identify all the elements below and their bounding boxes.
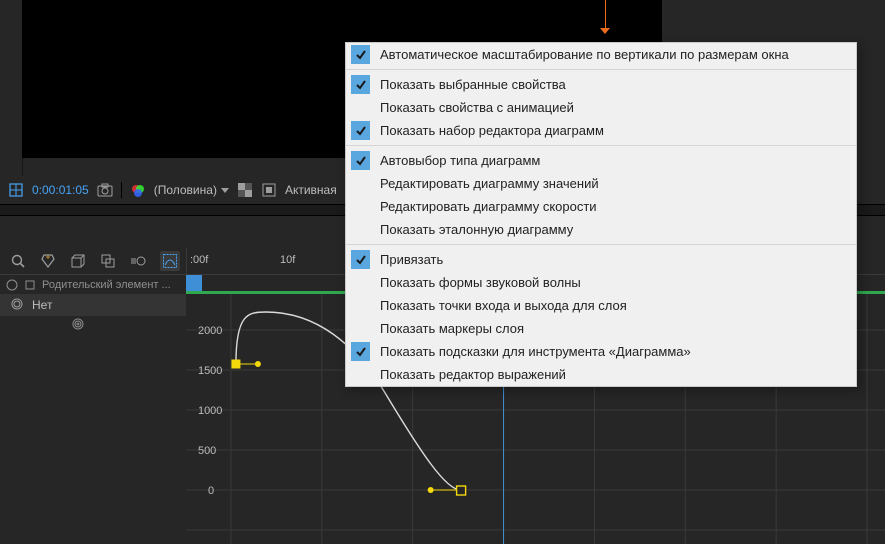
graph-editor-options-menu: Автоматическое масштабирование по вертик… [345,42,857,387]
preview-left-gutter [0,0,23,176]
shy-icon[interactable] [6,279,18,291]
check-icon [351,151,370,170]
grid-toggle-icon[interactable] [8,182,24,198]
keyframe-handle-point[interactable] [428,487,434,493]
camera-dropdown[interactable]: Активная [285,183,337,197]
keyframe-start[interactable] [232,360,240,368]
transparency-grid-icon[interactable] [237,182,253,198]
check-icon [351,342,370,361]
menu-item[interactable]: Показать точки входа и выхода для слоя [346,294,856,317]
menu-item-label: Показать подсказки для инструмента «Диаг… [380,344,691,359]
expression-pickwhip-icon[interactable] [70,316,86,335]
parent-column-header: Родительский элемент ... [42,279,192,291]
menu-item-label: Показать редактор выражений [380,367,566,382]
resolution-dropdown[interactable]: (Половина) [154,183,229,197]
menu-item-label: Показать точки входа и выхода для слоя [380,298,627,313]
timeline-search-icon[interactable] [10,253,26,269]
snapshot-icon[interactable] [97,182,113,198]
channel-icon[interactable] [130,182,146,198]
layers-column-header: Родительский элемент ... [0,274,198,295]
y-axis-label: 0 [208,485,214,497]
check-icon [351,75,370,94]
check-icon [351,121,370,140]
menu-item[interactable]: Показать подсказки для инструмента «Диаг… [346,340,856,363]
menu-item-label: Показать эталонную диаграмму [380,222,573,237]
menu-item[interactable]: Привязать [346,248,856,271]
menu-item[interactable]: Показать набор редактора диаграмм [346,119,856,142]
composition-mini-flowchart-icon[interactable] [40,253,56,269]
menu-item-label: Редактировать диаграмму скорости [380,199,597,214]
menu-item-label: Редактировать диаграмму значений [380,176,599,191]
resolution-label: (Половина) [154,183,217,197]
cache-indicator-line [605,0,606,30]
timecode[interactable]: 0:00:01:05 [32,183,89,197]
pickwhip-icon[interactable] [10,297,24,314]
motion-blur-icon[interactable] [130,253,146,269]
layer-parent-row[interactable]: Нет [0,294,206,316]
menu-item[interactable]: Показать выбранные свойства [346,73,856,96]
y-axis-label: 1000 [198,405,222,417]
chevron-down-icon [221,188,229,193]
menu-separator [346,145,856,146]
menu-separator [346,244,856,245]
draft-3d-icon[interactable] [70,253,86,269]
check-icon [351,45,370,64]
menu-item[interactable]: Показать эталонную диаграмму [346,218,856,241]
menu-item[interactable]: Показать формы звуковой волны [346,271,856,294]
check-icon [351,250,370,269]
y-axis-label: 1500 [198,365,222,377]
menu-item-label: Автовыбор типа диаграмм [380,153,540,168]
menu-item-label: Привязать [380,252,443,267]
keyframe-handle-point[interactable] [255,361,261,367]
menu-separator [346,69,856,70]
graph-editor-icon[interactable] [160,251,180,271]
menu-item-label: Показать свойства с анимацией [380,100,574,115]
menu-item-label: Автоматическое масштабирование по вертик… [380,47,789,62]
menu-item[interactable]: Автоматическое масштабирование по вертик… [346,43,856,66]
menu-item-label: Показать набор редактора диаграмм [380,123,604,138]
menu-item[interactable]: Автовыбор типа диаграмм [346,149,856,172]
ruler-tick-label: :00f [190,254,208,266]
menu-item-label: Показать маркеры слоя [380,321,524,336]
ruler-tick-label: 10f [280,254,295,266]
cache-indicator-arrow [600,28,610,34]
y-axis-label: 2000 [198,325,222,337]
camera-label: Активная [285,183,337,197]
menu-item[interactable]: Показать маркеры слоя [346,317,856,340]
menu-item-label: Показать формы звуковой волны [380,275,581,290]
frame-blend-icon[interactable] [100,253,116,269]
mask-visibility-icon[interactable] [261,182,277,198]
keyframe-end[interactable] [457,486,466,495]
menu-item[interactable]: Показать редактор выражений [346,363,856,386]
menu-item-label: Показать выбранные свойства [380,77,566,92]
lock-column-icon[interactable] [24,279,36,291]
parent-value[interactable]: Нет [32,298,52,312]
menu-item[interactable]: Редактировать диаграмму значений [346,172,856,195]
y-axis-label: 500 [198,445,216,457]
menu-item[interactable]: Редактировать диаграмму скорости [346,195,856,218]
menu-item[interactable]: Показать свойства с анимацией [346,96,856,119]
